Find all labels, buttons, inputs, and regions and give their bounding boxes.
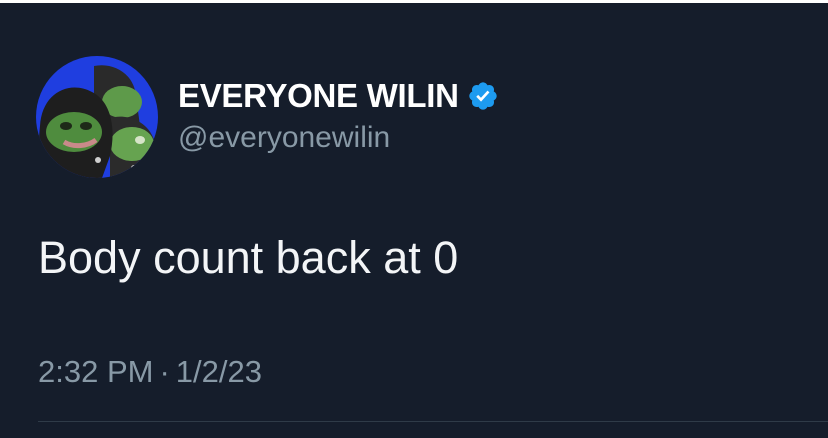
tweet-meta: 2:32 PM · 1/2/23 — [38, 354, 262, 390]
verified-badge-icon — [467, 80, 499, 112]
display-name-row: EVERYONE WILIN — [178, 76, 499, 116]
display-name[interactable]: EVERYONE WILIN — [178, 77, 459, 115]
top-edge — [0, 0, 828, 3]
divider — [38, 421, 828, 422]
tweet-time[interactable]: 2:32 PM — [38, 354, 153, 389]
tweet-text: Body count back at 0 — [38, 232, 459, 283]
avatar[interactable] — [36, 56, 158, 178]
avatar-image — [36, 56, 158, 178]
handle[interactable]: @everyonewilin — [178, 121, 390, 155]
tweet-date[interactable]: 1/2/23 — [176, 354, 262, 389]
tweet-card: EVERYONE WILIN @everyonewilin Body count… — [0, 0, 828, 438]
meta-separator: · — [159, 354, 170, 389]
